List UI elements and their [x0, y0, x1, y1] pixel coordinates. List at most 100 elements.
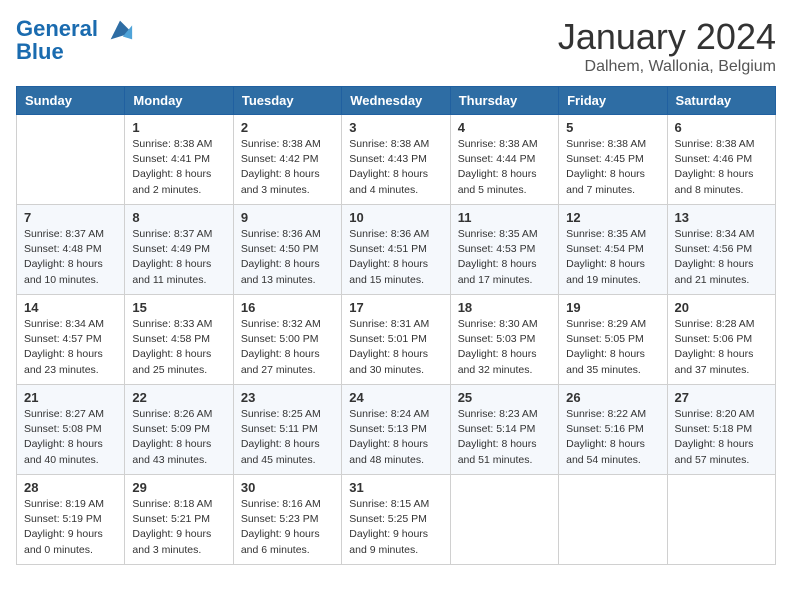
day-info: Sunrise: 8:20 AMSunset: 5:18 PMDaylight:…: [675, 407, 768, 468]
day-number: 19: [566, 300, 659, 315]
calendar-table: SundayMondayTuesdayWednesdayThursdayFrid…: [16, 86, 776, 565]
week-row-5: 28 Sunrise: 8:19 AMSunset: 5:19 PMDayligh…: [17, 475, 776, 565]
week-row-1: 1 Sunrise: 8:38 AMSunset: 4:41 PMDaylight…: [17, 115, 776, 205]
calendar-cell: 15Sunrise: 8:33 AMSunset: 4:58 PMDayligh…: [125, 295, 233, 385]
logo: General Blue: [16, 16, 134, 64]
day-info: Sunrise: 8:38 AMSunset: 4:45 PMDaylight:…: [566, 137, 659, 198]
day-number: 12: [566, 210, 659, 225]
day-info: Sunrise: 8:25 AMSunset: 5:11 PMDaylight:…: [241, 407, 334, 468]
calendar-cell: 13 Sunrise: 8:34 AMSunset: 4:56 PMDayligh…: [667, 205, 775, 295]
day-info: Sunrise: 8:36 AMSunset: 4:51 PMDaylight:…: [349, 227, 442, 288]
calendar-cell: 20 Sunrise: 8:28 AMSunset: 5:06 PMDayligh…: [667, 295, 775, 385]
page-header: General Blue January 2024 Dalhem, Wallon…: [16, 16, 776, 76]
day-number: 26: [566, 390, 659, 405]
day-info: Sunrise: 8:38 AMSunset: 4:44 PMDaylight:…: [458, 137, 551, 198]
calendar-cell: 28 Sunrise: 8:19 AMSunset: 5:19 PMDayligh…: [17, 475, 125, 565]
weekday-header-monday: Monday: [125, 87, 233, 115]
day-number: 28: [24, 480, 117, 495]
calendar-cell: 19 Sunrise: 8:29 AMSunset: 5:05 PMDayligh…: [559, 295, 667, 385]
day-number: 1: [132, 120, 225, 135]
day-number: 13: [675, 210, 768, 225]
weekday-header-tuesday: Tuesday: [233, 87, 341, 115]
calendar-cell: 14 Sunrise: 8:34 AMSunset: 4:57 PMDayligh…: [17, 295, 125, 385]
day-number: 4: [458, 120, 551, 135]
day-number: 17: [349, 300, 442, 315]
day-info: Sunrise: 8:35 AMSunset: 4:53 PMDaylight:…: [458, 227, 551, 288]
title-block: January 2024 Dalhem, Wallonia, Belgium: [558, 16, 776, 76]
calendar-cell: [17, 115, 125, 205]
calendar-cell: 21 Sunrise: 8:27 AMSunset: 5:08 PMDayligh…: [17, 385, 125, 475]
day-info: Sunrise: 8:28 AMSunset: 5:06 PMDaylight:…: [675, 317, 768, 378]
calendar-cell: 4 Sunrise: 8:38 AMSunset: 4:44 PMDaylight…: [450, 115, 558, 205]
day-info: Sunrise: 8:18 AMSunset: 5:21 PMDaylight:…: [132, 497, 225, 558]
day-info: Sunrise: 8:29 AMSunset: 5:05 PMDaylight:…: [566, 317, 659, 378]
day-number: 22: [132, 390, 225, 405]
calendar-cell: 2Sunrise: 8:38 AMSunset: 4:42 PMDaylight…: [233, 115, 341, 205]
day-number: 10: [349, 210, 442, 225]
day-info: Sunrise: 8:24 AMSunset: 5:13 PMDaylight:…: [349, 407, 442, 468]
day-number: 6: [675, 120, 768, 135]
day-number: 18: [458, 300, 551, 315]
day-info: Sunrise: 8:38 AMSunset: 4:41 PMDaylight:…: [132, 137, 225, 198]
day-number: 27: [675, 390, 768, 405]
day-info: Sunrise: 8:32 AMSunset: 5:00 PMDaylight:…: [241, 317, 334, 378]
weekday-header-row: SundayMondayTuesdayWednesdayThursdayFrid…: [17, 87, 776, 115]
day-number: 14: [24, 300, 117, 315]
day-info: Sunrise: 8:36 AMSunset: 4:50 PMDaylight:…: [241, 227, 334, 288]
calendar-cell: 16Sunrise: 8:32 AMSunset: 5:00 PMDayligh…: [233, 295, 341, 385]
day-number: 29: [132, 480, 225, 495]
calendar-cell: 25 Sunrise: 8:23 AMSunset: 5:14 PMDayligh…: [450, 385, 558, 475]
day-number: 2: [241, 120, 334, 135]
calendar-cell: 5 Sunrise: 8:38 AMSunset: 4:45 PMDaylight…: [559, 115, 667, 205]
calendar-cell: 10 Sunrise: 8:36 AMSunset: 4:51 PMDayligh…: [342, 205, 450, 295]
day-number: 31: [349, 480, 442, 495]
calendar-cell: 17 Sunrise: 8:31 AMSunset: 5:01 PMDayligh…: [342, 295, 450, 385]
day-info: Sunrise: 8:30 AMSunset: 5:03 PMDaylight:…: [458, 317, 551, 378]
day-number: 9: [241, 210, 334, 225]
calendar-cell: 27 Sunrise: 8:20 AMSunset: 5:18 PMDayligh…: [667, 385, 775, 475]
day-info: Sunrise: 8:33 AMSunset: 4:58 PMDaylight:…: [132, 317, 225, 378]
day-info: Sunrise: 8:23 AMSunset: 5:14 PMDaylight:…: [458, 407, 551, 468]
calendar-cell: 26 Sunrise: 8:22 AMSunset: 5:16 PMDayligh…: [559, 385, 667, 475]
day-info: Sunrise: 8:34 AMSunset: 4:57 PMDaylight:…: [24, 317, 117, 378]
calendar-cell: 23Sunrise: 8:25 AMSunset: 5:11 PMDayligh…: [233, 385, 341, 475]
calendar-cell: 9 Sunrise: 8:36 AMSunset: 4:50 PMDaylight…: [233, 205, 341, 295]
calendar-cell: 11 Sunrise: 8:35 AMSunset: 4:53 PMDayligh…: [450, 205, 558, 295]
day-number: 30: [241, 480, 334, 495]
day-number: 21: [24, 390, 117, 405]
day-info: Sunrise: 8:15 AMSunset: 5:25 PMDaylight:…: [349, 497, 442, 558]
month-title: January 2024: [558, 16, 776, 58]
location-title: Dalhem, Wallonia, Belgium: [558, 58, 776, 76]
day-number: 5: [566, 120, 659, 135]
calendar-cell: 7 Sunrise: 8:37 AMSunset: 4:48 PMDaylight…: [17, 205, 125, 295]
logo-icon: [106, 16, 134, 44]
day-number: 24: [349, 390, 442, 405]
weekday-header-thursday: Thursday: [450, 87, 558, 115]
day-number: 25: [458, 390, 551, 405]
day-info: Sunrise: 8:16 AMSunset: 5:23 PMDaylight:…: [241, 497, 334, 558]
day-number: 3: [349, 120, 442, 135]
day-info: Sunrise: 8:31 AMSunset: 5:01 PMDaylight:…: [349, 317, 442, 378]
day-info: Sunrise: 8:22 AMSunset: 5:16 PMDaylight:…: [566, 407, 659, 468]
weekday-header-sunday: Sunday: [17, 87, 125, 115]
day-info: Sunrise: 8:38 AMSunset: 4:43 PMDaylight:…: [349, 137, 442, 198]
calendar-cell: 1 Sunrise: 8:38 AMSunset: 4:41 PMDaylight…: [125, 115, 233, 205]
day-number: 8: [132, 210, 225, 225]
day-info: Sunrise: 8:35 AMSunset: 4:54 PMDaylight:…: [566, 227, 659, 288]
calendar-cell: 22 Sunrise: 8:26 AMSunset: 5:09 PMDayligh…: [125, 385, 233, 475]
day-info: Sunrise: 8:19 AMSunset: 5:19 PMDaylight:…: [24, 497, 117, 558]
week-row-4: 21 Sunrise: 8:27 AMSunset: 5:08 PMDayligh…: [17, 385, 776, 475]
day-number: 11: [458, 210, 551, 225]
day-info: Sunrise: 8:34 AMSunset: 4:56 PMDaylight:…: [675, 227, 768, 288]
calendar-cell: [559, 475, 667, 565]
day-info: Sunrise: 8:26 AMSunset: 5:09 PMDaylight:…: [132, 407, 225, 468]
day-info: Sunrise: 8:37 AMSunset: 4:48 PMDaylight:…: [24, 227, 117, 288]
calendar-cell: 6Sunrise: 8:38 AMSunset: 4:46 PMDaylight…: [667, 115, 775, 205]
day-info: Sunrise: 8:27 AMSunset: 5:08 PMDaylight:…: [24, 407, 117, 468]
calendar-cell: 31 Sunrise: 8:15 AMSunset: 5:25 PMDayligh…: [342, 475, 450, 565]
calendar-cell: 12 Sunrise: 8:35 AMSunset: 4:54 PMDayligh…: [559, 205, 667, 295]
day-number: 7: [24, 210, 117, 225]
day-number: 20: [675, 300, 768, 315]
week-row-3: 14 Sunrise: 8:34 AMSunset: 4:57 PMDayligh…: [17, 295, 776, 385]
day-info: Sunrise: 8:37 AMSunset: 4:49 PMDaylight:…: [132, 227, 225, 288]
